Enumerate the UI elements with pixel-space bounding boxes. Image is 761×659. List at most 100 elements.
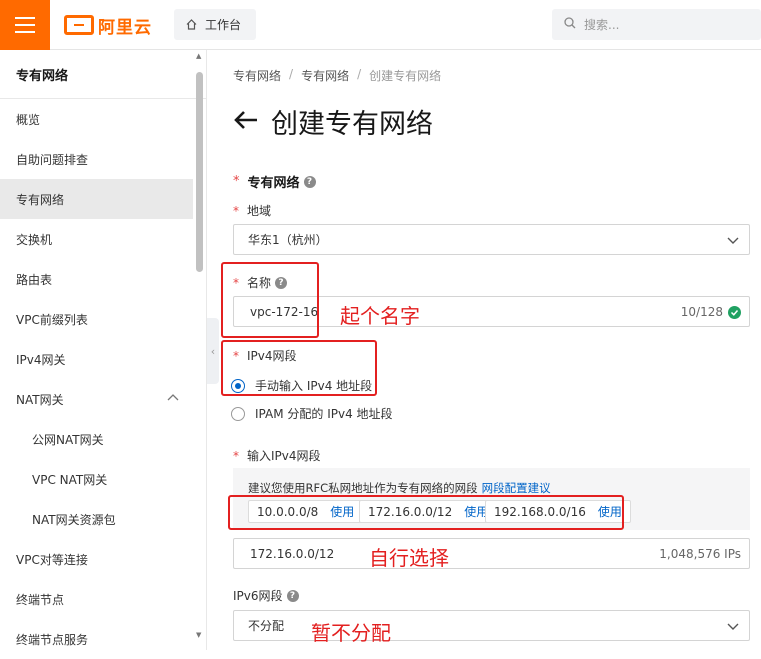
- annotation-note: 暂不分配: [311, 621, 391, 645]
- back-arrow-icon[interactable]: [233, 109, 259, 134]
- breadcrumb-current: 创建专有网络: [369, 69, 442, 83]
- sidebar-item-label: VPC前缀列表: [16, 312, 88, 327]
- name-label: * 名称 ?: [233, 274, 288, 291]
- sidebar-item-label: 公网NAT网关: [32, 432, 104, 447]
- radio-label: 手动输入 IPv4 地址段: [255, 379, 373, 393]
- help-icon[interactable]: ?: [303, 175, 316, 188]
- ipv6-label: IPv6网段 ?: [233, 587, 299, 604]
- workbench-label: 工作台: [205, 18, 242, 32]
- breadcrumb: 专有网络 / 专有网络 / 创建专有网络: [233, 67, 441, 84]
- cidr-chip: 10.0.0.0/8 使用: [248, 500, 364, 523]
- sidebar-item[interactable]: 终端节点服务: [0, 619, 193, 659]
- aliyun-logo[interactable]: 阿里云: [64, 13, 152, 38]
- sidebar-item-label: 终端节点: [16, 592, 65, 607]
- cidr-hint: 建议您使用RFC私网地址作为专有网络的网段 网段配置建议: [248, 480, 551, 496]
- region-label-text: 地域: [247, 204, 272, 218]
- chevron-down-icon: [727, 620, 739, 635]
- sidebar-item-label: 概览: [16, 112, 41, 127]
- sidebar-item[interactable]: 专有网络: [0, 179, 193, 219]
- sidebar-item[interactable]: NAT网关资源包: [0, 499, 193, 539]
- help-icon[interactable]: ?: [286, 589, 299, 602]
- name-counter: 10/128: [681, 305, 741, 319]
- ipv4-input-label-text: 输入IPv4网段: [247, 449, 321, 463]
- check-circle-icon: [728, 305, 741, 319]
- sidebar-item[interactable]: 自助问题排查: [0, 139, 193, 179]
- cidr-suggestion-box: 建议您使用RFC私网地址作为专有网络的网段 网段配置建议 10.0.0.0/8 使…: [233, 468, 750, 530]
- region-value: 华东1（杭州）: [248, 233, 328, 247]
- sidebar-item[interactable]: 交换机: [0, 219, 193, 259]
- cidr-value: 192.168.0.0/16: [494, 504, 586, 519]
- ipv4-cidr-input[interactable]: 172.16.0.0/12 1,048,576 IPs: [233, 538, 750, 569]
- sidebar-item[interactable]: VPC前缀列表: [0, 299, 193, 339]
- sidebar-item-label: 专有网络: [16, 192, 65, 207]
- workbench-button[interactable]: 工作台: [174, 9, 256, 40]
- sidebar-item-label: VPC对等连接: [16, 552, 88, 567]
- char-counter: 10/128: [680, 305, 723, 319]
- annotation-note: 自行选择: [369, 546, 449, 570]
- name-value: vpc-172-16: [250, 304, 319, 319]
- sidebar-item-label: IPv4网关: [16, 352, 66, 367]
- ip-count-text: 1,048,576 IPs: [659, 547, 741, 561]
- collapse-sidebar-handle[interactable]: ‹: [207, 318, 219, 384]
- cidr-chip: 192.168.0.0/16 使用: [485, 500, 631, 523]
- sidebar-item-label: VPC NAT网关: [32, 472, 108, 487]
- search-placeholder: 搜索...: [584, 18, 620, 32]
- ipv4-cidr-value: 172.16.0.0/12: [250, 546, 335, 561]
- required-mark: *: [233, 174, 240, 189]
- cidr-config-link[interactable]: 网段配置建议: [482, 481, 551, 495]
- page-header: 创建专有网络: [233, 102, 433, 141]
- menu-button[interactable]: [0, 0, 50, 50]
- ipv4-input-label: * 输入IPv4网段: [233, 447, 321, 464]
- breadcrumb-link[interactable]: 专有网络: [301, 67, 349, 84]
- required-mark: *: [233, 448, 239, 463]
- ipv4-segment-label-text: IPv4网段: [247, 349, 297, 363]
- sidebar-title: 专有网络: [0, 50, 206, 99]
- chevron-up-icon[interactable]: [167, 392, 179, 407]
- required-mark: *: [233, 203, 239, 218]
- sidebar-item[interactable]: 公网NAT网关: [0, 419, 193, 459]
- radio-label: IPAM 分配的 IPv4 地址段: [255, 407, 393, 421]
- sidebar-item[interactable]: 终端节点: [0, 579, 193, 619]
- use-cidr-button[interactable]: 使用: [598, 503, 622, 520]
- region-label: * 地域: [233, 202, 271, 219]
- annotation-note: 起个名字: [340, 304, 420, 328]
- search-box[interactable]: 搜索...: [552, 9, 761, 40]
- breadcrumb-separator: /: [357, 67, 362, 81]
- radio-ipam-ipv4[interactable]: IPAM 分配的 IPv4 地址段: [231, 405, 393, 422]
- ip-count: 1,048,576 IPs: [659, 547, 741, 561]
- sidebar: 专有网络 概览 自助问题排查 专有网络 交换机 路由表 VPC前缀列表 IPv4网关 NAT网…: [0, 50, 207, 650]
- sidebar-item[interactable]: 路由表: [0, 259, 193, 299]
- sidebar-item-label: 终端节点服务: [16, 632, 89, 647]
- section-title-text: 专有网络: [247, 176, 300, 191]
- search-icon: [564, 17, 576, 32]
- ipv6-label-text: IPv6网段: [233, 589, 283, 603]
- name-label-text: 名称: [247, 276, 272, 290]
- radio-manual-ipv4[interactable]: 手动输入 IPv4 地址段: [231, 377, 372, 394]
- main-content: 专有网络 / 专有网络 / 创建专有网络 创建专有网络 * 专有网络 ? * 地…: [219, 50, 761, 650]
- logo-text: 阿里云: [98, 17, 152, 38]
- page-title: 创建专有网络: [271, 109, 433, 140]
- scroll-up-arrow[interactable]: ▲: [196, 52, 201, 60]
- name-input[interactable]: vpc-172-16 10/128: [233, 296, 750, 327]
- sidebar-item[interactable]: VPC NAT网关: [0, 459, 193, 499]
- sidebar-item[interactable]: IPv4网关: [0, 339, 193, 379]
- cidr-hint-text: 建议您使用RFC私网地址作为专有网络的网段: [248, 481, 478, 495]
- help-icon[interactable]: ?: [275, 276, 288, 289]
- sidebar-item[interactable]: NAT网关: [0, 379, 193, 419]
- required-mark: *: [233, 348, 239, 363]
- ipv6-value: 不分配: [248, 619, 285, 633]
- radio-unselected-icon: [231, 406, 245, 421]
- sidebar-item[interactable]: 概览: [0, 99, 193, 139]
- breadcrumb-link[interactable]: 专有网络: [233, 67, 281, 84]
- breadcrumb-separator: /: [289, 67, 294, 81]
- section-title: * 专有网络 ?: [233, 172, 316, 191]
- sidebar-scrollbar[interactable]: [196, 72, 203, 272]
- scroll-down-arrow[interactable]: ▼: [196, 631, 201, 639]
- logo-icon: [64, 15, 94, 35]
- top-bar: 阿里云 工作台 搜索...: [0, 0, 761, 50]
- region-select[interactable]: 华东1（杭州）: [233, 224, 750, 255]
- use-cidr-button[interactable]: 使用: [330, 503, 354, 520]
- sidebar-item[interactable]: VPC对等连接: [0, 539, 193, 579]
- cidr-chip: 172.16.0.0/12 使用: [359, 500, 498, 523]
- sidebar-item-label: 自助问题排查: [16, 152, 89, 167]
